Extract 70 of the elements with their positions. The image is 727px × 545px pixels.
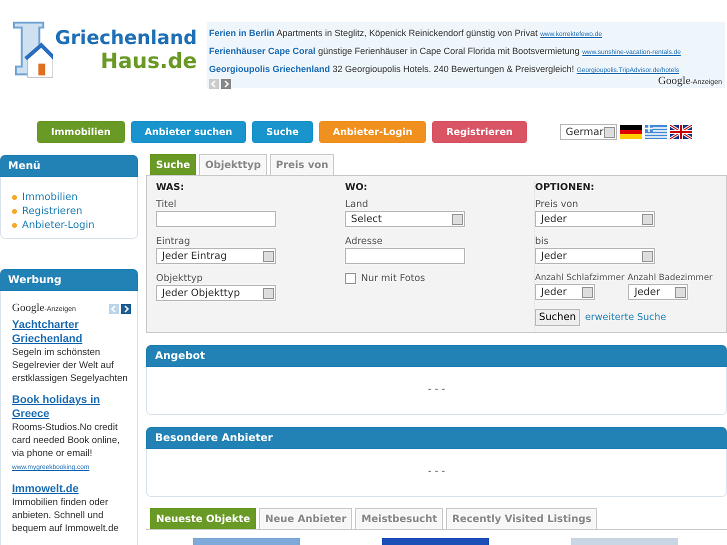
google-logo: Google xyxy=(658,75,690,87)
dropdown[interactable]: Germar xyxy=(560,124,617,140)
field-label: Land xyxy=(345,199,370,210)
tab[interactable]: Neue Anbieter xyxy=(259,508,352,529)
dropdown[interactable]: Select xyxy=(345,211,465,227)
menu-link[interactable]: Immobilien xyxy=(22,192,78,203)
tab[interactable]: Objekttyp xyxy=(199,154,267,175)
ad-text: Segeln im schönsten Segelrevier der Welt auf erstklassigen Segelyachten xyxy=(12,346,129,385)
field-label: Anzahl Badezimmer xyxy=(627,273,713,283)
nav-button[interactable]: Suche xyxy=(252,121,313,143)
ad-title[interactable]: Yachtcharter Griechenland xyxy=(12,318,131,346)
section-heading: OPTIONEN: xyxy=(535,182,596,193)
dropdown[interactable]: Jeder xyxy=(628,284,688,300)
panel-header: Besondere Anbieter xyxy=(146,427,727,449)
google-logo: Google xyxy=(12,302,44,315)
input-field[interactable] xyxy=(156,211,276,227)
german-flag-icon[interactable] xyxy=(620,125,642,139)
ad-text: günstige Ferienhäuser in Cape Coral Florida mit Bootsvermietung xyxy=(318,46,580,56)
dropdown[interactable]: Jeder xyxy=(535,284,595,300)
nav-button[interactable]: Anbieter suchen xyxy=(130,121,246,143)
checkbox[interactable] xyxy=(345,273,356,284)
menu-link[interactable]: Anbieter-Login xyxy=(22,220,95,231)
ad-text: Apartments in Steglitz, Köpenick Reinickendorf günstig von Privat xyxy=(276,28,538,38)
field-label: Adresse xyxy=(345,236,384,247)
menu-link[interactable]: Registrieren xyxy=(22,206,82,217)
logo-text: Griechenland xyxy=(54,27,197,50)
nav-button[interactable]: Registrieren xyxy=(432,121,527,143)
dropdown[interactable]: Jeder Objekttyp xyxy=(156,285,276,301)
tab[interactable]: Preis von xyxy=(270,154,334,175)
ad-text: 32 Georgioupolis Hotels. 240 Bewertungen & Preisvergleich! xyxy=(332,64,574,74)
right-arrow-icon[interactable] xyxy=(221,79,231,89)
bullet-icon xyxy=(12,209,17,214)
nav-button[interactable]: Immobilien xyxy=(37,121,125,143)
field-label: Objekttyp xyxy=(156,273,204,284)
tab[interactable]: Neueste Objekte xyxy=(150,508,256,529)
bullet-icon xyxy=(12,195,17,200)
logo-text: Haus.de xyxy=(100,50,197,73)
ad-text: Rooms-Studios.No credit card needed Book online, via phone or email! xyxy=(12,421,121,460)
ad-title[interactable]: Ferien in Berlin xyxy=(209,28,275,38)
nav-button[interactable]: Anbieter-Login xyxy=(318,121,426,143)
section-heading: WO: xyxy=(345,182,368,193)
field-label: Eintrag xyxy=(156,236,192,247)
panel-header: Menü xyxy=(0,155,138,177)
ad-title[interactable]: Ferienhäuser Cape Coral xyxy=(209,46,316,56)
tab[interactable]: Suche xyxy=(150,154,196,175)
advanced-search-link[interactable]: erweiterte Suche xyxy=(585,312,666,323)
dropdown[interactable]: Jeder xyxy=(535,211,655,227)
panel-header: Angebot xyxy=(146,345,727,367)
panel-header: Werbung xyxy=(0,269,138,291)
ad-title[interactable]: Immowelt.de xyxy=(12,482,131,496)
field-label: bis xyxy=(535,236,550,247)
search-button[interactable]: Suchen xyxy=(535,309,580,326)
ad-title[interactable]: Book holidays in Greece xyxy=(12,393,131,421)
bullet-icon xyxy=(12,223,17,228)
tab[interactable]: Recently Visited Listings xyxy=(446,508,598,529)
ad-title[interactable]: Georgioupolis Griechenland xyxy=(209,64,330,74)
field-label: Anzahl Schlafzimmer xyxy=(535,273,624,283)
input-field[interactable] xyxy=(345,248,465,264)
checkbox-label: Nur mit Fotos xyxy=(361,273,426,284)
dropdown[interactable]: Jeder Eintrag xyxy=(156,248,276,264)
placeholder-text: - - - xyxy=(426,384,446,395)
ad-text: Immobilien finden oder anbieten. Schnell und bequem auf Immowelt.de xyxy=(12,496,120,535)
right-arrow-icon[interactable] xyxy=(121,304,131,314)
uk-flag-icon[interactable] xyxy=(670,125,692,139)
tab[interactable]: Meistbesucht xyxy=(355,508,444,529)
section-heading: WAS: xyxy=(156,182,186,193)
placeholder-text: - - - xyxy=(426,466,446,477)
field-label: Titel xyxy=(156,199,178,210)
dropdown[interactable]: Jeder xyxy=(535,248,655,264)
field-label: Preis von xyxy=(535,199,580,210)
